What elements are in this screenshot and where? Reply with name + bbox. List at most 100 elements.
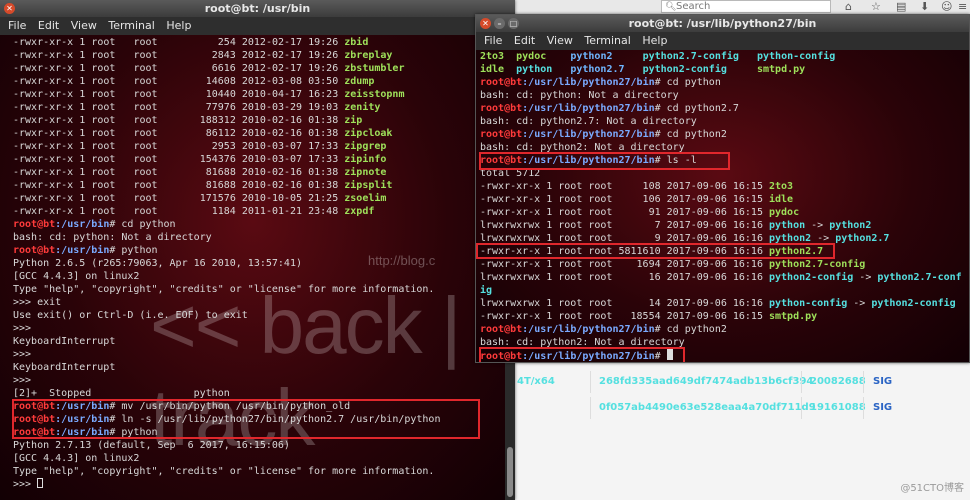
file-links: 1 [79,76,86,87]
file-name: zipinfo [344,154,387,165]
left-terminal-titlebar[interactable]: ✕ root@bt: /usr/bin [0,0,515,17]
file-group: root [133,102,158,113]
file-permissions: -rwxr-xr-x [13,37,74,48]
menu-icon[interactable]: ≡ [958,0,967,13]
file-owner: root [91,115,116,126]
file-links: 1 [79,206,86,217]
file-links: 1 [79,193,86,204]
file-permissions: -rwxr-xr-x [13,76,74,87]
right-terminal-screen[interactable]: 2to3 pydoc python2 python2.7-config pyth… [476,50,969,362]
file-name: python2 [570,51,613,62]
file-date: 2010-02-16 [241,115,303,126]
file-time: 01:38 [308,115,339,126]
terminal-line: -rwxr-xr-x 1 root root 154376 2010-03-07… [13,153,440,166]
terminal-line: root@bt:/usr/lib/python27/bin# cd python… [480,128,962,141]
sig-link[interactable]: SIG [873,369,892,395]
platform-cell: 4T/x64 [517,376,555,387]
file-size: 171576 [199,193,236,204]
prompt-user: root@bt [480,103,523,114]
symlink-arrow: -> [853,272,878,283]
file-meta: lrwxrwxrwx 1 root root 7 2017-09-06 16:1… [480,220,769,231]
terminal-line: >>> [13,478,440,491]
file-size: 10440 [205,89,236,100]
sig-link[interactable]: SIG [873,395,892,421]
repl-prompt: >>> [13,479,38,490]
terminal-line: -rwxr-xr-x 1 root root 2953 2010-03-07 1… [13,140,440,153]
menu-help[interactable]: Help [166,19,191,32]
file-time: 01:38 [308,167,339,178]
file-owner: root [91,76,116,87]
menu-view[interactable]: View [547,34,573,47]
menu-file[interactable]: File [484,34,502,47]
right-terminal-window[interactable]: ✕ – □ root@bt: /usr/lib/python27/bin Fil… [475,14,970,363]
file-owner: root [91,89,116,100]
terminal-line: Use exit() or Ctrl-D (i.e. EOF) to exit [13,309,440,322]
menu-file[interactable]: File [8,19,26,32]
file-time: 21:25 [308,193,339,204]
terminal-line: lrwxrwxrwx 1 root root 16 2017-09-06 16:… [480,271,962,284]
file-owner: root [91,63,116,74]
symlink-target: python2 [829,220,872,231]
home-icon[interactable]: ⌂ [845,0,852,13]
terminal-line: >>> exit [13,296,440,309]
file-owner: root [91,180,116,191]
file-name: zbreplay [344,50,393,61]
file-group: root [133,167,158,178]
menu-edit[interactable]: Edit [38,19,59,32]
terminal-line: -rwxr-xr-x 1 root root 254 2012-02-17 19… [13,36,440,49]
output: >>> exit [13,297,62,308]
file-time: 16:23 [308,89,339,100]
scroll-thumb[interactable] [507,447,513,497]
file-meta: -rwxr-xr-x 1 root root 91 2017-09-06 16:… [480,207,769,218]
file-size: 86112 [205,128,236,139]
file-time: 03:50 [308,76,339,87]
command: cd python2.7 [666,103,739,114]
file-name: python-config [757,51,836,62]
prompt-path: :/usr/lib/python27/bin [522,129,655,140]
prompt-user: root@bt [13,219,56,230]
file-date: 2010-10-05 [241,193,303,204]
window-title: root@bt: /usr/lib/python27/bin [628,17,817,30]
symlink-arrow: -> [805,220,830,231]
person-icon[interactable]: ☺ [941,0,952,13]
file-date: 2011-01-21 [241,206,303,217]
file-name: zenity [344,102,381,113]
prompt-symbol: # [654,77,667,88]
file-name: idle [480,64,505,75]
command: cd python [121,219,176,230]
terminal-line: idle python python2.7 python2-config smt… [480,63,962,76]
file-permissions: -rwxr-xr-x [13,167,74,178]
menu-edit[interactable]: Edit [514,34,535,47]
menu-terminal[interactable]: Terminal [108,19,155,32]
menu-terminal[interactable]: Terminal [584,34,631,47]
file-time: 19:03 [308,102,339,113]
file-links: 1 [79,63,86,74]
file-size: 188312 [199,115,236,126]
output: bash: cd: python: Not a directory [480,90,679,101]
file-links: 1 [79,141,86,152]
file-permissions: -rwxr-xr-x [13,63,74,74]
terminal-line: root@bt:/usr/bin# python [13,244,440,257]
terminal-line: -rwxr-xr-x 1 root root 10440 2010-04-17 … [13,88,440,101]
browser-search-input[interactable]: 🔍︎ Search [661,0,831,13]
right-terminal-titlebar[interactable]: ✕ – □ root@bt: /usr/lib/python27/bin [476,15,969,32]
file-owner: root [91,128,116,139]
file-name: 2to3 [480,51,505,62]
file-time: 01:38 [308,180,339,191]
file-date: 2012-03-08 [241,76,303,87]
clipboard-icon[interactable]: ▤ [896,0,906,13]
menu-view[interactable]: View [71,19,97,32]
menu-help[interactable]: Help [642,34,667,47]
prompt-path: :/usr/lib/python27/bin [522,324,655,335]
file-time: 17:33 [308,154,339,165]
size-cell: 20082688 [810,376,866,387]
terminal-line: lrwxrwxrwx 1 root root 14 2017-09-06 16:… [480,297,962,310]
download-icon[interactable]: ⬇ [920,0,929,13]
terminal-line: -rwxr-xr-x 1 root root 6616 2012-02-17 1… [13,62,440,75]
file-permissions: -rwxr-xr-x [13,141,74,152]
highlight-box [12,399,480,439]
terminal-line: -rwxr-xr-x 1 root root 81688 2010-02-16 … [13,166,440,179]
watermark: @51CTO博客 [900,483,964,494]
star-icon[interactable]: ☆ [871,0,881,13]
left-terminal-window[interactable]: ✕ root@bt: /usr/bin File Edit View Termi… [0,0,515,500]
